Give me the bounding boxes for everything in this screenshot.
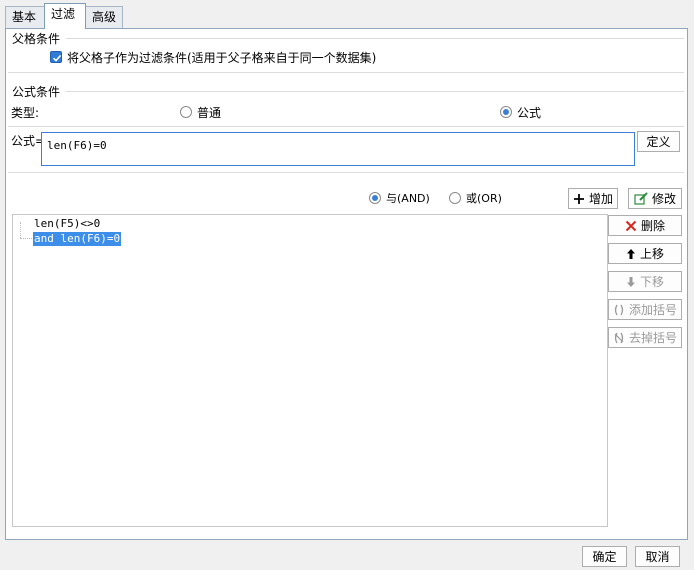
- delete-button-label: 删除: [640, 219, 665, 233]
- edit-icon: [634, 192, 648, 205]
- type-label: 类型:: [11, 106, 40, 120]
- divider: [8, 172, 684, 173]
- check-icon: [52, 54, 62, 62]
- modify-button-label: 修改: [651, 192, 676, 206]
- type-normal-label: 普通: [197, 106, 222, 120]
- condition-item-text: and len(F6)=0: [34, 232, 121, 245]
- define-button[interactable]: 定义: [637, 131, 680, 152]
- move-down-button-label: 下移: [639, 275, 664, 289]
- tab-filter-label: 过滤: [51, 7, 76, 21]
- arrow-up-icon: [626, 248, 635, 259]
- delete-x-icon: [625, 220, 637, 231]
- remove-bracket-icon: [614, 332, 624, 343]
- tree-line: [20, 222, 21, 238]
- ok-button[interactable]: 确定: [582, 546, 627, 567]
- divider: [8, 126, 684, 127]
- type-formula-radio[interactable]: [500, 106, 512, 118]
- add-bracket-button[interactable]: 添加括号: [608, 299, 682, 320]
- plus-icon: [573, 193, 584, 204]
- cancel-button[interactable]: 取消: [635, 546, 680, 567]
- tab-filter[interactable]: 过滤: [44, 3, 86, 29]
- or-label: 或(OR): [466, 192, 502, 205]
- tab-advanced[interactable]: 高级: [85, 6, 123, 28]
- tree-line: [20, 238, 32, 239]
- parent-condition-title: 父格条件: [12, 32, 61, 46]
- divider: [66, 38, 684, 39]
- parent-filter-checkbox[interactable]: [50, 51, 62, 63]
- remove-bracket-button[interactable]: 去掉括号: [608, 327, 682, 348]
- formula-label: 公式=: [11, 134, 46, 148]
- move-up-button[interactable]: 上移: [608, 243, 682, 264]
- tab-advanced-label: 高级: [92, 10, 117, 24]
- or-radio[interactable]: [449, 192, 461, 204]
- delete-button[interactable]: 删除: [608, 215, 682, 236]
- condition-item[interactable]: len(F5)<>0: [33, 217, 101, 231]
- add-bracket-button-label: 添加括号: [628, 303, 677, 317]
- condition-item-text: len(F5)<>0: [34, 217, 101, 230]
- tab-basic[interactable]: 基本: [5, 6, 45, 28]
- and-label: 与(AND): [386, 192, 430, 205]
- and-radio[interactable]: [369, 192, 381, 204]
- divider: [8, 72, 684, 73]
- type-formula-label: 公式: [517, 106, 542, 120]
- formula-input[interactable]: len(F6)=0: [41, 132, 635, 166]
- add-button-label: 增加: [588, 192, 613, 206]
- bracket-icon: [614, 304, 624, 315]
- arrow-down-icon: [626, 276, 635, 287]
- cancel-button-label: 取消: [645, 550, 670, 564]
- formula-condition-title: 公式条件: [12, 85, 61, 99]
- define-button-label: 定义: [646, 135, 671, 149]
- move-down-button[interactable]: 下移: [608, 271, 682, 292]
- remove-bracket-button-label: 去掉括号: [628, 331, 677, 345]
- move-up-button-label: 上移: [639, 247, 664, 261]
- condition-list[interactable]: len(F5)<>0 and len(F6)=0: [12, 214, 608, 527]
- tab-basic-label: 基本: [12, 10, 37, 24]
- modify-button[interactable]: 修改: [628, 188, 682, 209]
- add-button[interactable]: 增加: [568, 188, 618, 209]
- divider: [66, 91, 684, 92]
- condition-item-selected[interactable]: and len(F6)=0: [33, 232, 122, 246]
- ok-button-label: 确定: [592, 550, 617, 564]
- parent-filter-label: 将父格子作为过滤条件(适用于父子格来自于同一个数据集): [67, 51, 377, 65]
- formula-input-value: len(F6)=0: [47, 139, 107, 152]
- type-normal-radio[interactable]: [180, 106, 192, 118]
